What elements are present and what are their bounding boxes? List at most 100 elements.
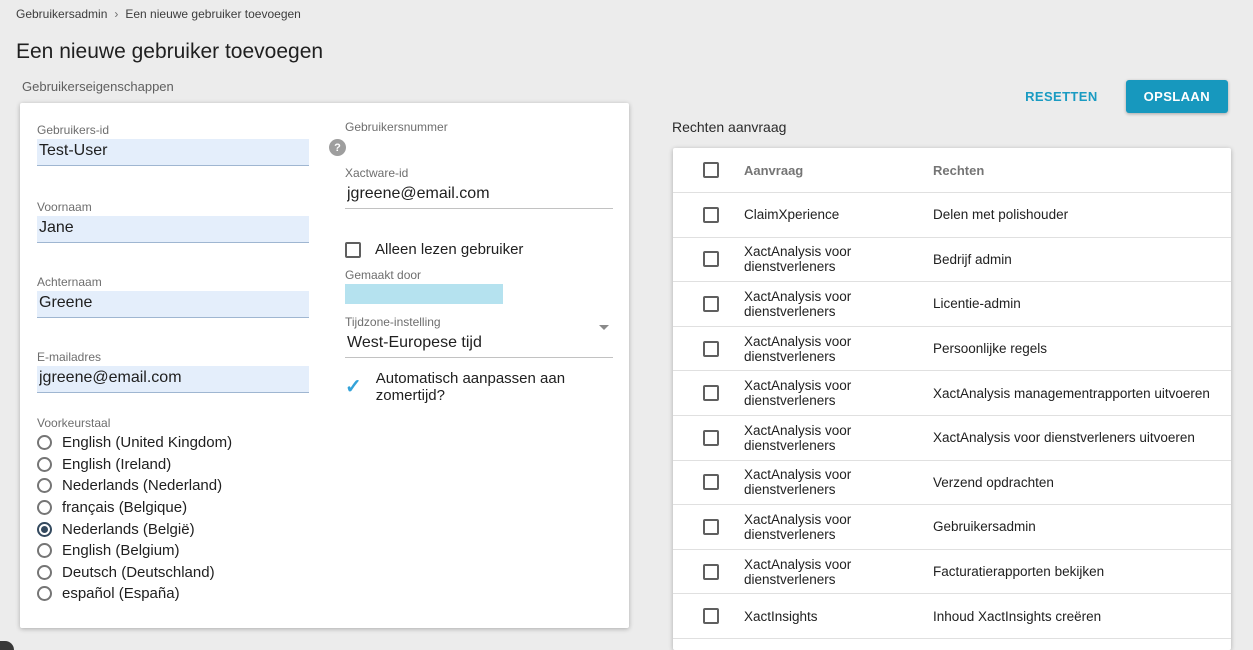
row-rechten: Bedrijf admin xyxy=(933,252,1231,267)
alleen-lezen-checkbox[interactable] xyxy=(345,242,361,258)
row-checkbox[interactable] xyxy=(703,564,719,580)
row-aanvraag: XactAnalysis voor dienstverleners xyxy=(744,334,933,364)
table-row: XactAnalysis voor dienstverleners Gebrui… xyxy=(673,505,1231,550)
zomertijd-label: Automatisch aanpassen aan zomertijd? xyxy=(376,370,613,404)
row-checkbox[interactable] xyxy=(703,608,719,624)
language-radio-label: español (España) xyxy=(62,585,180,602)
radio-icon xyxy=(37,586,52,601)
reset-button[interactable]: RESETTEN xyxy=(1025,89,1098,104)
radio-icon xyxy=(37,543,52,558)
radio-icon xyxy=(37,478,52,493)
field-xactware-id: Xactware-id xyxy=(345,166,613,209)
row-aanvraag: XactAnalysis voor dienstverleners xyxy=(744,512,933,542)
table-row: XactAnalysis voor dienstverleners Factur… xyxy=(673,550,1231,595)
row-checkbox[interactable] xyxy=(703,341,719,357)
alleen-lezen-label: Alleen lezen gebruiker xyxy=(375,241,523,258)
breadcrumb-current: Een nieuwe gebruiker toevoegen xyxy=(125,7,300,21)
bottom-left-corner-overlay xyxy=(0,641,14,650)
row-rechten: Verzend opdrachten xyxy=(933,475,1231,490)
voorkeurstaal-label: Voorkeurstaal xyxy=(37,416,110,430)
row-rechten: Delen met polishouder xyxy=(933,207,1231,222)
user-properties-card: Gebruikers-id ? Voornaam Achternaam E-ma… xyxy=(20,103,629,628)
radio-icon xyxy=(37,457,52,472)
language-radio-option[interactable]: Nederlands (België) xyxy=(37,518,309,540)
table-row: XactAnalysis voor dienstverleners XactAn… xyxy=(673,416,1231,461)
tijdzone-select[interactable] xyxy=(345,331,613,358)
breadcrumb-root[interactable]: Gebruikersadmin xyxy=(16,7,107,21)
xactware-id-input[interactable] xyxy=(345,182,613,209)
rights-table-header: Aanvraag Rechten xyxy=(673,148,1231,193)
language-radio-option[interactable]: English (Belgium) xyxy=(37,540,309,562)
row-rechten: Gebruikersadmin xyxy=(933,519,1231,534)
page-title: Een nieuwe gebruiker toevoegen xyxy=(16,40,323,64)
rights-table-body: ClaimXperience Delen met polishouder Xac… xyxy=(673,193,1231,639)
row-rechten: XactAnalysis managementrapporten uitvoer… xyxy=(933,386,1231,401)
row-checkbox[interactable] xyxy=(703,296,719,312)
table-row: XactAnalysis voor dienstverleners Persoo… xyxy=(673,327,1231,372)
row-aanvraag: ClaimXperience xyxy=(744,207,933,222)
language-radio-label: Nederlands (België) xyxy=(62,521,195,538)
language-radio-option[interactable]: Nederlands (Nederland) xyxy=(37,475,309,497)
row-checkbox[interactable] xyxy=(703,385,719,401)
save-button[interactable]: OPSLAAN xyxy=(1126,80,1228,113)
rights-table-card: Aanvraag Rechten ClaimXperience Delen me… xyxy=(673,148,1231,650)
row-aanvraag: XactInsights xyxy=(744,609,933,624)
radio-icon xyxy=(37,565,52,580)
row-checkbox[interactable] xyxy=(703,519,719,535)
field-voornaam: Voornaam xyxy=(37,200,309,243)
voornaam-label: Voornaam xyxy=(37,200,309,214)
gebruikersnummer-label: Gebruikersnummer xyxy=(345,120,613,134)
language-radio-label: English (United Kingdom) xyxy=(62,434,232,451)
row-rechten: Persoonlijke regels xyxy=(933,341,1231,356)
table-row: XactInsights Inhoud XactInsights creëren xyxy=(673,594,1231,639)
table-row: XactAnalysis voor dienstverleners Licent… xyxy=(673,282,1231,327)
gebruikers-id-input[interactable] xyxy=(37,139,309,166)
row-rechten: Inhoud XactInsights creëren xyxy=(933,609,1231,624)
radio-icon xyxy=(37,435,52,450)
row-checkbox[interactable] xyxy=(703,251,719,267)
achternaam-label: Achternaam xyxy=(37,275,309,289)
row-aanvraag: XactAnalysis voor dienstverleners xyxy=(744,289,933,319)
breadcrumb: Gebruikersadmin › Een nieuwe gebruiker t… xyxy=(16,7,301,21)
rights-section-title: Rechten aanvraag xyxy=(672,119,786,135)
language-radio-label: English (Ireland) xyxy=(62,456,171,473)
gebruikersnummer-input[interactable] xyxy=(345,136,613,163)
checkmark-icon[interactable]: ✓ xyxy=(345,379,362,395)
row-aanvraag: XactAnalysis voor dienstverleners xyxy=(744,557,933,587)
voorkeurstaal-radio-group: English (United Kingdom) English (Irelan… xyxy=(37,432,309,605)
help-icon[interactable]: ? xyxy=(329,139,346,156)
row-aanvraag: XactAnalysis voor dienstverleners xyxy=(744,378,933,408)
field-emailadres: E-mailadres xyxy=(37,350,309,393)
chevron-down-icon[interactable] xyxy=(599,325,609,330)
achternaam-input[interactable] xyxy=(37,291,309,318)
section-label: Gebruikerseigenschappen xyxy=(22,79,174,94)
xactware-id-label: Xactware-id xyxy=(345,166,613,180)
table-row: ClaimXperience Delen met polishouder xyxy=(673,193,1231,238)
row-checkbox[interactable] xyxy=(703,207,719,223)
zomertijd-row: ✓ Automatisch aanpassen aan zomertijd? xyxy=(345,370,613,404)
row-checkbox[interactable] xyxy=(703,430,719,446)
language-radio-option[interactable]: español (España) xyxy=(37,583,309,605)
emailadres-input[interactable] xyxy=(37,366,309,393)
radio-icon xyxy=(37,500,52,515)
table-row: XactAnalysis voor dienstverleners XactAn… xyxy=(673,371,1231,416)
select-all-checkbox[interactable] xyxy=(703,162,719,178)
table-row: XactAnalysis voor dienstverleners Verzen… xyxy=(673,461,1231,506)
language-radio-label: Nederlands (Nederland) xyxy=(62,477,222,494)
language-radio-label: français (Belgique) xyxy=(62,499,187,516)
action-bar: RESETTEN OPSLAAN xyxy=(1025,80,1228,113)
voornaam-input[interactable] xyxy=(37,216,309,243)
field-gebruikers-id: Gebruikers-id xyxy=(37,123,309,166)
row-checkbox[interactable] xyxy=(703,474,719,490)
language-radio-option[interactable]: English (United Kingdom) xyxy=(37,432,309,454)
gebruikers-id-label: Gebruikers-id xyxy=(37,123,309,137)
column-header-aanvraag: Aanvraag xyxy=(744,163,933,178)
row-aanvraag: XactAnalysis voor dienstverleners xyxy=(744,423,933,453)
radio-icon xyxy=(37,522,52,537)
tijdzone-label: Tijdzone-instelling xyxy=(345,315,613,329)
gemaakt-door-value-highlight xyxy=(345,284,503,304)
language-radio-option[interactable]: français (Belgique) xyxy=(37,497,309,519)
alleen-lezen-row: Alleen lezen gebruiker xyxy=(345,241,523,258)
language-radio-option[interactable]: English (Ireland) xyxy=(37,454,309,476)
language-radio-option[interactable]: Deutsch (Deutschland) xyxy=(37,562,309,584)
